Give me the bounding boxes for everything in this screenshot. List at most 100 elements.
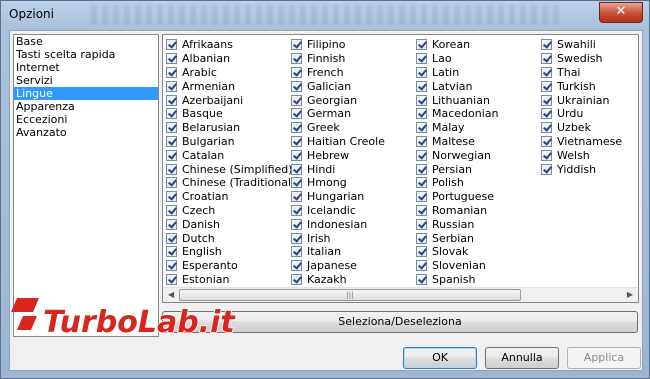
language-checkbox[interactable] — [291, 218, 302, 230]
sidebar-item-lingue[interactable]: Lingue — [14, 87, 158, 100]
language-item[interactable]: English — [166, 245, 295, 259]
language-item[interactable]: Haitian Creole — [291, 135, 385, 149]
language-item[interactable]: Chinese (Simplified) — [166, 162, 295, 176]
language-item[interactable]: Spanish — [416, 273, 499, 287]
language-checkbox[interactable] — [291, 108, 302, 120]
language-item[interactable]: Irish — [291, 231, 385, 245]
language-checkbox[interactable] — [291, 260, 302, 272]
language-item[interactable]: Estonian — [166, 273, 295, 287]
apply-button[interactable]: Applica — [567, 347, 641, 369]
language-item[interactable]: Swedish — [541, 52, 622, 66]
language-checkbox[interactable] — [541, 53, 552, 65]
language-item[interactable]: Czech — [166, 204, 295, 218]
language-item[interactable]: Portuguese — [416, 190, 499, 204]
language-checkbox[interactable] — [291, 94, 302, 106]
language-item[interactable]: Lao — [416, 52, 499, 66]
language-item[interactable]: Filipino — [291, 38, 385, 52]
horizontal-scrollbar[interactable]: ◀ ||| ▶ — [163, 287, 638, 302]
language-item[interactable]: Belarusian — [166, 121, 295, 135]
sidebar-item-avanzato[interactable]: Avanzato — [14, 126, 158, 139]
language-item[interactable]: Dutch — [166, 231, 295, 245]
scrollbar-thumb[interactable]: ||| — [179, 289, 521, 301]
language-checkbox[interactable] — [166, 39, 177, 51]
language-checkbox[interactable] — [541, 135, 552, 147]
close-button[interactable]: ✕ — [599, 2, 643, 23]
language-item[interactable]: Maltese — [416, 135, 499, 149]
language-item[interactable]: Georgian — [291, 93, 385, 107]
language-checkbox[interactable] — [166, 177, 177, 189]
language-checkbox[interactable] — [291, 39, 302, 51]
language-checkbox[interactable] — [291, 135, 302, 147]
language-item[interactable]: Latin — [416, 66, 499, 80]
language-checkbox[interactable] — [166, 273, 177, 285]
ok-button[interactable]: OK — [403, 347, 477, 369]
language-item[interactable]: Esperanto — [166, 259, 295, 273]
language-checkbox[interactable] — [416, 191, 427, 203]
language-checkbox[interactable] — [416, 218, 427, 230]
language-item[interactable]: Hmong — [291, 176, 385, 190]
language-item[interactable]: Russian — [416, 217, 499, 231]
language-item[interactable]: Indonesian — [291, 217, 385, 231]
language-checkbox[interactable] — [291, 232, 302, 244]
language-item[interactable]: Polish — [416, 176, 499, 190]
language-item[interactable]: Kazakh — [291, 273, 385, 287]
language-item[interactable]: Armenian — [166, 79, 295, 93]
language-checkbox[interactable] — [166, 108, 177, 120]
title-bar[interactable]: Opzioni ✕ — [1, 1, 649, 29]
language-item[interactable]: Hungarian — [291, 190, 385, 204]
sidebar-item-eccezioni[interactable]: Eccezioni — [14, 113, 158, 126]
language-checkbox[interactable] — [166, 94, 177, 106]
language-checkbox[interactable] — [291, 122, 302, 134]
language-checkbox[interactable] — [291, 204, 302, 216]
language-item[interactable]: Uzbek — [541, 121, 622, 135]
language-item[interactable]: Turkish — [541, 79, 622, 93]
language-checkbox[interactable] — [416, 135, 427, 147]
language-checkbox[interactable] — [416, 163, 427, 175]
language-checkbox[interactable] — [416, 204, 427, 216]
language-checkbox[interactable] — [541, 163, 552, 175]
sidebar-item-servizi[interactable]: Servizi — [14, 74, 158, 87]
language-checkbox[interactable] — [416, 273, 427, 285]
language-item[interactable]: Catalan — [166, 148, 295, 162]
language-checkbox[interactable] — [541, 80, 552, 92]
language-item[interactable]: Greek — [291, 121, 385, 135]
language-item[interactable]: Korean — [416, 38, 499, 52]
language-item[interactable]: Albanian — [166, 52, 295, 66]
language-item[interactable]: Croatian — [166, 190, 295, 204]
language-item[interactable]: Chinese (Traditional) — [166, 176, 295, 190]
language-checkbox[interactable] — [166, 246, 177, 258]
language-item[interactable]: Icelandic — [291, 204, 385, 218]
language-item[interactable]: Slovenian — [416, 259, 499, 273]
language-checkbox[interactable] — [291, 273, 302, 285]
language-checkbox[interactable] — [291, 246, 302, 258]
language-item[interactable]: Finnish — [291, 52, 385, 66]
language-checkbox[interactable] — [416, 177, 427, 189]
language-checkbox[interactable] — [416, 108, 427, 120]
select-deselect-button[interactable]: Seleziona/Deseleziona — [162, 311, 638, 333]
language-checkbox[interactable] — [416, 149, 427, 161]
language-item[interactable]: Malay — [416, 121, 499, 135]
language-item[interactable]: Norwegian — [416, 148, 499, 162]
language-item[interactable]: Hindi — [291, 162, 385, 176]
language-item[interactable]: Macedonian — [416, 107, 499, 121]
language-item[interactable]: Swahili — [541, 38, 622, 52]
language-item[interactable]: Italian — [291, 245, 385, 259]
options-category-list[interactable]: Base Tasti scelta rapida Internet Servizi Li… — [13, 34, 159, 337]
language-checkbox[interactable] — [166, 191, 177, 203]
sidebar-item-internet[interactable]: Internet — [14, 61, 158, 74]
language-item[interactable]: Basque — [166, 107, 295, 121]
language-checkbox[interactable] — [541, 149, 552, 161]
language-checkbox[interactable] — [166, 232, 177, 244]
language-checkbox[interactable] — [166, 66, 177, 78]
language-item[interactable]: French — [291, 66, 385, 80]
language-item[interactable]: Latvian — [416, 79, 499, 93]
sidebar-item-tasti-scelta-rapida[interactable]: Tasti scelta rapida — [14, 48, 158, 61]
language-checkbox[interactable] — [416, 246, 427, 258]
language-checkbox[interactable] — [166, 163, 177, 175]
language-item[interactable]: Serbian — [416, 231, 499, 245]
language-item[interactable]: Bulgarian — [166, 135, 295, 149]
language-item[interactable]: Azerbaijani — [166, 93, 295, 107]
language-checkbox[interactable] — [416, 66, 427, 78]
language-checkbox[interactable] — [166, 80, 177, 92]
language-checkbox[interactable] — [166, 204, 177, 216]
